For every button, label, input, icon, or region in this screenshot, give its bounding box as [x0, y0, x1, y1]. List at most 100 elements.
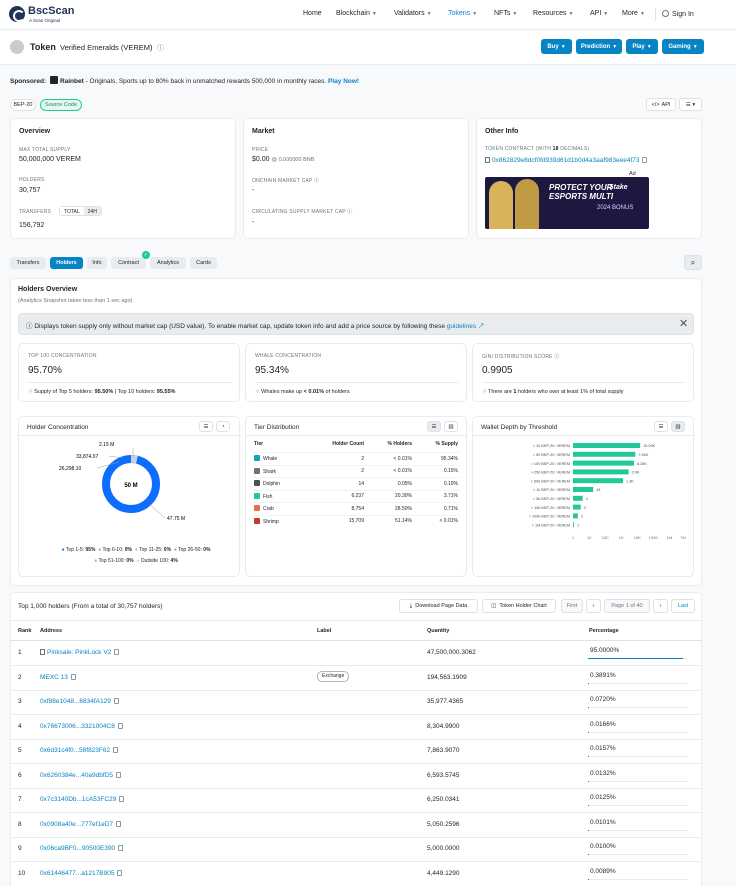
info-icon[interactable]: ⓘ: [314, 178, 319, 184]
tab-analytics[interactable]: Analytics: [150, 257, 186, 269]
token-name: Verified Emeralds (VEREM): [60, 43, 153, 52]
tab-cards[interactable]: Cards: [190, 257, 217, 269]
notice-alert: ⓘ Displays token supply only without mar…: [18, 313, 694, 335]
bscscan-logo-icon[interactable]: [9, 6, 25, 22]
address-link[interactable]: 0x7c3140Db...1cA53FC29: [40, 796, 116, 803]
sign-in-link[interactable]: Sign In: [662, 10, 694, 18]
address-cell[interactable]: Pinksale: PinkLock V2: [40, 649, 120, 656]
transfers-total-toggle[interactable]: TOTAL: [60, 207, 84, 215]
nav-resources[interactable]: Resources ▼: [533, 10, 573, 17]
close-icon[interactable]: ✕: [679, 317, 688, 330]
table-view-button[interactable]: ☰: [654, 421, 668, 432]
address-cell[interactable]: 0x6d31c4f0...58f823F62: [40, 747, 119, 754]
tab-transfers[interactable]: Transfers: [10, 257, 46, 269]
rank-cell: 8: [18, 820, 22, 828]
address-link[interactable]: 0xf88e1048...6834fA129: [40, 698, 111, 705]
address-link[interactable]: 0x6260384e...40a9dbfD5: [40, 772, 113, 779]
copy-icon[interactable]: [116, 771, 122, 778]
address-link[interactable]: 0x61446477...a1217B905: [40, 870, 114, 877]
first-page-button[interactable]: First: [561, 599, 583, 613]
address-cell[interactable]: 0xf88e1048...6834fA129: [40, 698, 119, 705]
address-link[interactable]: Pinksale: PinkLock V2: [47, 649, 111, 656]
tab-contract[interactable]: Contract: [111, 257, 146, 269]
nav-api[interactable]: API ▼: [590, 10, 608, 17]
source-code-badge[interactable]: Source Code: [40, 99, 82, 111]
address-cell[interactable]: 0x0908a40e...777ef1eD7: [40, 820, 122, 828]
table-view-button[interactable]: ☰: [427, 421, 441, 432]
api-button[interactable]: </> API: [646, 98, 676, 111]
legend-item[interactable]: ● Top 1-5: 95%: [62, 547, 96, 553]
legend-item[interactable]: ● Outside 100: 4%: [136, 558, 177, 564]
nav-validators[interactable]: Validators ▼: [394, 10, 432, 17]
address-link[interactable]: MEXC 13: [40, 674, 68, 681]
prev-page-button[interactable]: ‹: [586, 599, 601, 613]
percentage-bar: [588, 829, 589, 831]
search-button[interactable]: ⌕: [684, 255, 702, 270]
copy-icon[interactable]: [118, 845, 124, 851]
address-cell[interactable]: 0x7c3140Db...1cA53FC29: [40, 796, 125, 803]
legend-item[interactable]: ● Top 11-25: 0%: [135, 547, 171, 553]
address-cell[interactable]: 0x06ca9BF0...90500E390: [40, 845, 124, 852]
transfers-24h-toggle[interactable]: 24H: [83, 207, 101, 215]
prediction-button[interactable]: Prediction ▼: [576, 39, 622, 54]
legend-item[interactable]: ● Top 6-10: 0%: [98, 547, 132, 553]
rank-cell: 5: [18, 747, 22, 754]
copy-icon[interactable]: [70, 673, 76, 680]
holder-concentration-donut: 50 M 2.15 M 33,874.07 26,298.10 47.75 M: [59, 442, 185, 522]
guidelines-link[interactable]: guidelines: [447, 323, 476, 330]
copy-icon[interactable]: [119, 796, 125, 802]
address-cell[interactable]: 0x6260384e...40a9dbfD5: [40, 771, 122, 779]
brand-name[interactable]: BscScan: [28, 5, 74, 17]
sponsor-cta-link[interactable]: Play Now!: [328, 78, 359, 85]
info-icon[interactable]: ⓘ: [157, 43, 164, 53]
nav-home[interactable]: Home: [303, 10, 322, 17]
copy-icon[interactable]: [642, 157, 648, 163]
more-options-button[interactable]: ☰ ▾: [679, 98, 702, 111]
chart-view-button[interactable]: ▥: [671, 421, 685, 432]
tier-col-header: % Supply: [435, 441, 458, 447]
play-button[interactable]: Play ▼: [626, 39, 658, 54]
data-label: 18: [596, 488, 600, 492]
nav-blockchain[interactable]: Blockchain ▼: [336, 10, 377, 17]
copy-icon[interactable]: [113, 698, 119, 704]
copy-icon[interactable]: [117, 869, 123, 876]
address-link[interactable]: 0x6d31c4f0...58f823F62: [40, 747, 110, 754]
next-page-button[interactable]: ›: [653, 599, 668, 613]
tab-holders[interactable]: Holders: [50, 257, 83, 269]
info-icon[interactable]: ⓘ: [554, 354, 559, 360]
list-view-button[interactable]: ☰: [199, 421, 213, 432]
pie-view-button[interactable]: ◔: [216, 421, 230, 432]
divider: [28, 382, 232, 383]
token-holder-chart-button[interactable]: ◫ Token Holder Chart: [482, 599, 556, 613]
legend-item[interactable]: ● Top 51-100: 0%: [94, 558, 133, 564]
chart-view-button[interactable]: ▥: [444, 421, 458, 432]
address-cell[interactable]: 0x76673006...3321004C8: [40, 722, 123, 730]
address-cell[interactable]: 0x61446477...a1217B905: [40, 869, 123, 877]
nav-more[interactable]: More ▼: [622, 10, 645, 17]
info-icon[interactable]: ⓘ: [347, 209, 352, 215]
address-link[interactable]: 0x06ca9BF0...90500E390: [40, 845, 115, 852]
address-link[interactable]: 0x0908a40e...777ef1eD7: [40, 821, 113, 828]
copy-icon[interactable]: [114, 649, 120, 655]
depth-bar: [573, 487, 594, 492]
tab-info[interactable]: Info: [87, 257, 107, 269]
address-link[interactable]: 0x76673006...3321004C8: [40, 723, 115, 730]
nav-tokens[interactable]: Tokens ▼: [448, 10, 477, 17]
copy-icon[interactable]: [117, 722, 123, 729]
market-card: Market PRICE $0.00 @ 0.000000 BNB ONCHAI…: [243, 118, 469, 239]
download-page-data-button[interactable]: ⤓ Download Page Data: [399, 599, 478, 613]
copy-icon[interactable]: [116, 820, 122, 827]
gaming-button[interactable]: Gaming ▼: [662, 39, 704, 54]
last-page-button[interactable]: Last: [671, 599, 695, 613]
nav-nfts[interactable]: NFTs ▼: [494, 10, 517, 17]
address-cell[interactable]: MEXC 13: [40, 673, 76, 681]
copy-icon[interactable]: [113, 747, 119, 753]
stat-footnote: ⁘ There are 1 holders who own at least 1…: [482, 389, 624, 395]
quantity-cell: 194,563.1909: [427, 673, 467, 681]
contract-address-link[interactable]: 0x862829e8dcf0fd939d61d1b0d4a3aaf983eee4…: [485, 157, 648, 164]
tier-row: Shrimp 15,709 51.14% < 0.01%: [254, 514, 460, 528]
legend-item[interactable]: ● Top 26-50: 0%: [174, 547, 211, 553]
stake-ad-banner[interactable]: PROTECT YOUR ESPORTS MULTI 2024 BONUS Sta…: [485, 177, 649, 229]
buy-button[interactable]: Buy ▼: [541, 39, 572, 54]
legend-dot-icon: ●: [98, 547, 102, 553]
